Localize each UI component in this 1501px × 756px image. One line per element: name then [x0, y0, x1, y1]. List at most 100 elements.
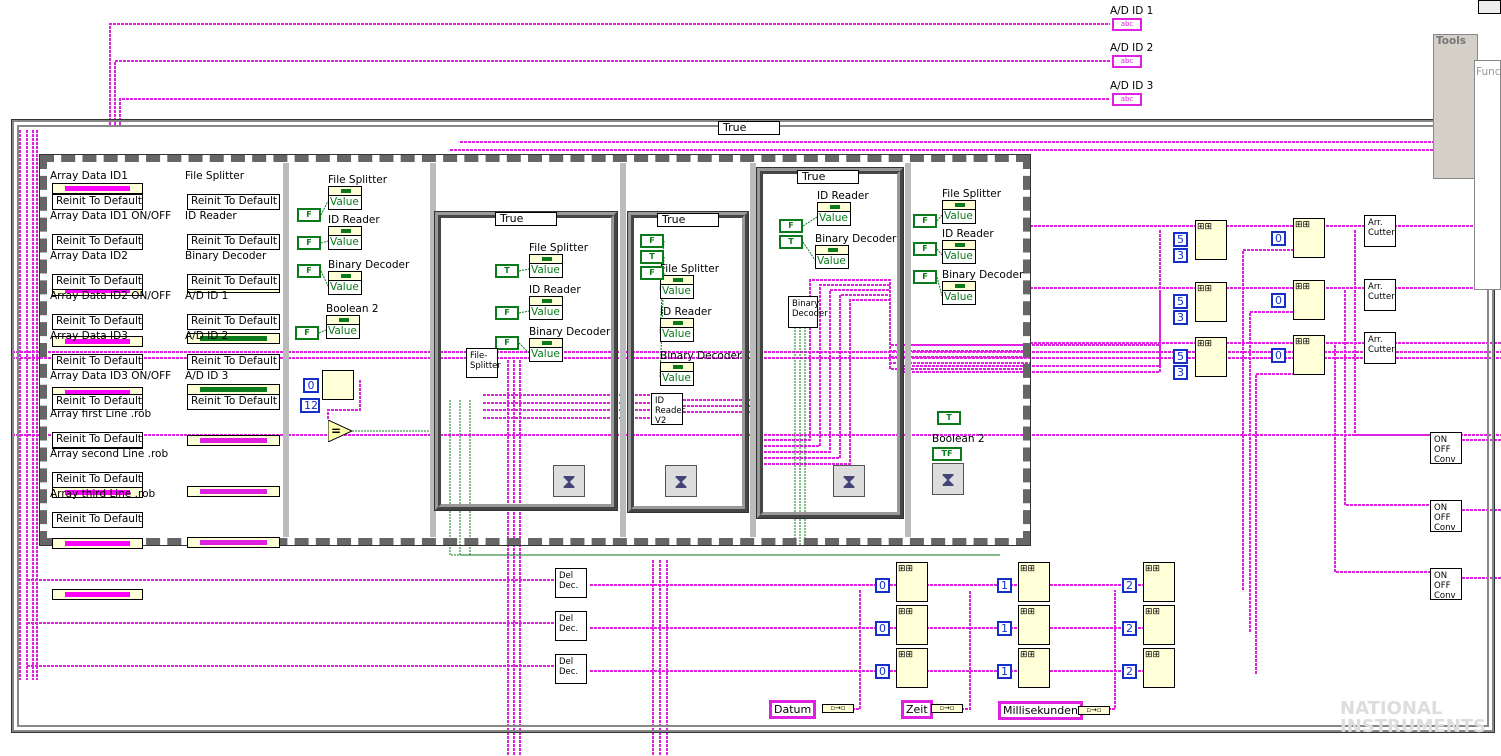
boolean-constant[interactable]: T	[495, 264, 519, 278]
boolean-constant[interactable]: F	[495, 336, 519, 350]
boolean-constant[interactable]: F	[495, 306, 519, 320]
ad-id-indicator[interactable]: abc	[1112, 18, 1142, 31]
numeric-constant[interactable]: 3	[1173, 310, 1188, 325]
reinit-to-default-button[interactable]: Reinit To Default	[52, 274, 143, 290]
boolean-constant[interactable]: F	[913, 270, 937, 284]
reinit-to-default-button[interactable]: Reinit To Default	[52, 314, 143, 330]
value-property-node[interactable]: Value	[660, 318, 694, 342]
wire-ad-id-1[interactable]	[109, 23, 1110, 125]
del-dec-subvi[interactable]: Del Dec.	[555, 611, 587, 641]
reinit-to-default-button[interactable]: Reinit To Default	[187, 274, 280, 290]
numeric-constant[interactable]: 5	[1173, 232, 1188, 247]
index-array-node[interactable]: ⊞⊞	[1018, 562, 1050, 602]
value-property-node[interactable]: Value	[817, 202, 851, 226]
value-property-node[interactable]: Value	[529, 296, 563, 320]
control-bar[interactable]	[52, 538, 143, 549]
on-off-conv-subvi[interactable]: ON OFF Conv	[1430, 568, 1462, 601]
on-off-conv-subvi[interactable]: ON OFF Conv	[1430, 500, 1462, 533]
value-property-node[interactable]: Value	[942, 240, 976, 264]
index-array-node[interactable]: ⊞⊞	[1018, 605, 1050, 645]
file-splitter-subvi[interactable]: File-Splitter	[466, 348, 501, 378]
numeric-constant[interactable]: 0	[1271, 231, 1286, 246]
wire-ad-id-2[interactable]	[114, 60, 1110, 125]
numeric-constant-start[interactable]: 0	[303, 378, 319, 393]
string-subset-node[interactable]	[322, 370, 354, 400]
value-property-node[interactable]: Value	[529, 254, 563, 278]
array-subset-node[interactable]: ⊞⊞	[1195, 282, 1227, 322]
array-subset-node[interactable]: ⊞⊞	[1195, 337, 1227, 377]
boolean-constant[interactable]: F	[295, 326, 319, 340]
string-constant[interactable]: Datum	[769, 700, 817, 719]
numeric-constant-length[interactable]: 12	[300, 398, 320, 413]
value-property-node[interactable]: Value	[328, 271, 362, 295]
value-property-node[interactable]: Value	[328, 186, 362, 210]
value-property-node[interactable]: Value	[660, 275, 694, 299]
value-property-node[interactable]: Value	[529, 338, 563, 362]
index-array-node[interactable]: ⊞⊞	[896, 648, 928, 688]
ad-id-indicator[interactable]: abc	[1112, 55, 1142, 68]
numeric-constant[interactable]: 3	[1173, 365, 1188, 380]
case-selector-outer[interactable]: True	[718, 121, 780, 135]
boolean-constant[interactable]: T	[779, 235, 803, 249]
value-property-node[interactable]: Value	[942, 281, 976, 305]
value-property-node[interactable]: Value	[942, 200, 976, 224]
boolean-constant[interactable]: F	[297, 264, 321, 278]
reinit-to-default-button[interactable]: Reinit To Default	[52, 194, 143, 210]
numeric-constant[interactable]: 2	[1122, 621, 1137, 636]
numeric-constant[interactable]: 5	[1173, 294, 1188, 309]
index-array-node[interactable]: ⊞⊞	[1018, 648, 1050, 688]
reinit-to-default-button[interactable]: Reinit To Default	[187, 314, 280, 330]
functions-palette[interactable]	[1474, 60, 1501, 290]
control-bar[interactable]	[187, 435, 280, 446]
del-dec-subvi[interactable]: Del Dec.	[555, 654, 587, 684]
reinit-to-default-button[interactable]: Reinit To Default	[187, 194, 280, 210]
arr-cutter-subvi[interactable]: Arr. Cutter	[1364, 279, 1396, 311]
value-property-node[interactable]: Value	[815, 245, 849, 269]
type-convert-node[interactable]: ▫→▫	[931, 704, 963, 713]
binary-decoder-subvi[interactable]: Binary Decoder	[788, 296, 828, 328]
reinit-to-default-button[interactable]: Reinit To Default	[187, 234, 280, 250]
value-property-node[interactable]: Value	[328, 226, 362, 250]
control-bar[interactable]	[187, 537, 280, 548]
index-array-node[interactable]: ⊞⊞	[896, 562, 928, 602]
type-convert-node[interactable]: ▫→▫	[1078, 706, 1110, 715]
equal-compare-node[interactable]: =	[327, 419, 354, 443]
tools-palette[interactable]	[1433, 34, 1478, 179]
array-subset-node[interactable]: ⊞⊞	[1195, 220, 1227, 260]
case-selector-3[interactable]: True	[797, 170, 859, 184]
numeric-constant[interactable]: 1	[997, 621, 1012, 636]
control-bar[interactable]	[187, 486, 280, 497]
boolean-constant[interactable]: F	[913, 214, 937, 228]
reinit-to-default-button[interactable]: Reinit To Default	[52, 472, 143, 488]
index-array-node[interactable]: ⊞⊞	[1143, 562, 1175, 602]
boolean-2-indicator[interactable]: TF	[932, 447, 962, 461]
reinit-to-default-button[interactable]: Reinit To Default	[52, 354, 143, 370]
numeric-constant[interactable]: 0	[1271, 348, 1286, 363]
numeric-constant[interactable]: 1	[997, 578, 1012, 593]
string-constant[interactable]: Zeit	[901, 700, 933, 719]
ad-id-indicator[interactable]: abc	[1112, 93, 1142, 106]
index-array-node[interactable]: ⊞⊞	[1293, 218, 1325, 258]
reinit-to-default-button[interactable]: Reinit To Default	[187, 394, 280, 410]
arr-cutter-subvi[interactable]: Arr. Cutter	[1364, 215, 1396, 247]
case-selector-1[interactable]: True	[495, 212, 557, 226]
value-property-node[interactable]: Value	[660, 362, 694, 386]
numeric-constant[interactable]: 2	[1122, 578, 1137, 593]
boolean-constant[interactable]: F	[297, 208, 321, 222]
case-selector-2[interactable]: True	[657, 213, 719, 227]
numeric-constant[interactable]: 0	[1271, 293, 1286, 308]
index-array-node[interactable]: ⊞⊞	[1293, 280, 1325, 320]
boolean-constant[interactable]: T	[640, 250, 664, 264]
reinit-to-default-button[interactable]: Reinit To Default	[52, 234, 143, 250]
numeric-constant[interactable]: 3	[1173, 248, 1188, 263]
numeric-constant[interactable]: 0	[875, 664, 890, 679]
index-array-node[interactable]: ⊞⊞	[896, 605, 928, 645]
value-property-node[interactable]: Value	[326, 315, 360, 339]
control-bar[interactable]	[52, 183, 143, 194]
reinit-to-default-button[interactable]: Reinit To Default	[52, 432, 143, 448]
boolean-constant[interactable]: F	[779, 219, 803, 233]
control-bar[interactable]	[52, 589, 143, 600]
numeric-constant[interactable]: 0	[875, 578, 890, 593]
index-array-node[interactable]: ⊞⊞	[1143, 605, 1175, 645]
del-dec-subvi[interactable]: Del Dec.	[555, 568, 587, 598]
